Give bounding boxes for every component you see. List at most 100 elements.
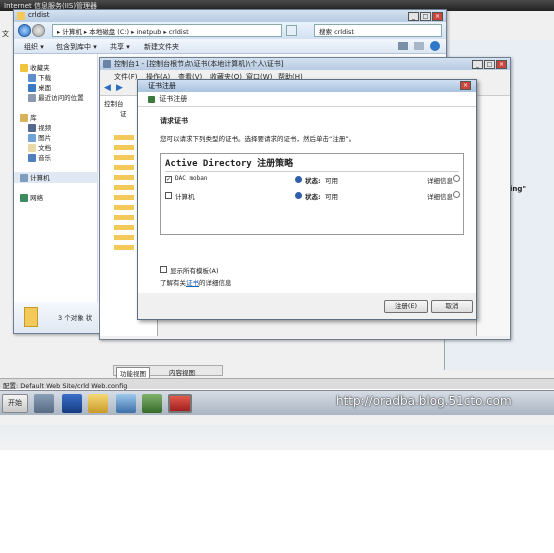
maximize-button[interactable]: □ — [484, 60, 495, 69]
details-chevron-icon[interactable] — [453, 175, 460, 182]
nav-network-label: 网络 — [30, 194, 44, 202]
maximize-button[interactable]: □ — [420, 12, 431, 21]
show-all-templates-label: 显示所有模板(A) — [170, 267, 219, 275]
folder-icon — [17, 12, 25, 20]
help-icon[interactable] — [430, 41, 440, 51]
nav-documents-label: 文档 — [38, 144, 52, 152]
explorer-toolbar: 组织 ▾ 包含到库中 ▾ 共享 ▾ 新建文件夹 — [14, 39, 446, 54]
nav-music[interactable]: 音乐 — [28, 152, 51, 163]
powershell-icon[interactable] — [62, 394, 82, 413]
start-button[interactable]: 开始 — [2, 394, 28, 413]
dialog-header-title: 证书注册 — [159, 95, 188, 103]
tree-folder-list — [114, 132, 134, 252]
nav-recent-label: 最近访问的位置 — [38, 94, 84, 102]
tree-root[interactable]: 控制台 — [104, 98, 124, 108]
show-all-templates-checkbox[interactable] — [160, 266, 167, 273]
view-icon[interactable] — [398, 42, 408, 50]
learn-more-text: 了解有关证书的详细信息 — [160, 277, 232, 287]
explorer-icon[interactable] — [88, 394, 108, 413]
explorer-title-bar: crldist _ □ × — [14, 10, 446, 22]
divider — [165, 171, 459, 172]
reflection — [0, 415, 554, 553]
tree-certificates[interactable]: 证 — [120, 108, 127, 118]
download-icon — [28, 74, 36, 82]
iis-fragment: 文 — [2, 30, 9, 38]
toolbox-icon[interactable] — [168, 394, 192, 413]
dialog-title-bar: 证书注册 × — [138, 80, 476, 92]
network-icon[interactable] — [116, 394, 136, 413]
nav-pictures-label: 图片 — [38, 134, 52, 142]
cancel-button[interactable]: 取消 — [431, 300, 473, 313]
include-library-button[interactable]: 包含到库中 ▾ — [56, 42, 97, 52]
enroll-button[interactable]: 注册(E) — [384, 300, 428, 313]
minimize-button[interactable]: _ — [472, 60, 483, 69]
nav-computer[interactable]: 计算机 — [14, 172, 98, 183]
nav-music-label: 音乐 — [38, 154, 52, 162]
minimize-button[interactable]: _ — [408, 12, 419, 21]
back-button[interactable] — [18, 24, 31, 37]
iis-config-status-bar: 配置: Default Web Site/crld Web.config — [0, 378, 554, 390]
nav-network[interactable]: 网络 — [20, 192, 43, 203]
watermark: http://oradba.blog.51cto.com — [336, 394, 512, 408]
nav-computer-label: 计算机 — [30, 174, 50, 182]
server-manager-icon[interactable] — [34, 394, 54, 413]
section-title: 请求证书 — [160, 117, 188, 125]
learn-more-prefix: 了解有关 — [160, 279, 186, 287]
nav-desktop-label: 桌面 — [38, 84, 52, 92]
learn-more-suffix: 的详细信息 — [199, 279, 232, 287]
computer-icon — [20, 174, 28, 182]
nav-favorites-label: 收藏夹 — [30, 64, 50, 72]
back-arrow-icon[interactable]: ◀ — [104, 84, 111, 93]
share-button[interactable]: 共享 ▾ — [110, 42, 130, 52]
details-link[interactable]: 详细信息 — [427, 191, 453, 201]
forward-arrow-icon[interactable]: ▶ — [116, 84, 123, 93]
preview-pane-icon[interactable] — [414, 42, 424, 50]
details-link[interactable]: 详细信息 — [427, 175, 453, 185]
mmc-actions-pane — [476, 96, 510, 336]
star-icon — [20, 64, 28, 72]
explorer-navigation-pane: 收藏夹 下载 桌面 最近访问的位置 库 视频 图片 文档 音乐 计算机 网络 — [14, 54, 98, 302]
picture-icon — [28, 134, 36, 142]
nav-recent[interactable]: 最近访问的位置 — [28, 92, 84, 103]
certificate-icon — [148, 95, 155, 103]
status-label: 状态: — [305, 177, 321, 185]
console-icon — [103, 60, 111, 68]
nav-downloads-label: 下载 — [38, 74, 52, 82]
new-folder-button[interactable]: 新建文件夹 — [144, 42, 179, 52]
template-name: DAC moban — [175, 175, 208, 182]
template-name: 计算机 — [175, 193, 195, 201]
close-button[interactable]: × — [432, 12, 443, 21]
template-row: 计算机 状态: 可用 详细信息 — [165, 191, 460, 203]
enrollment-policy-box: Active Directory 注册策略 ✓ DAC moban 状态: 可用… — [160, 153, 464, 235]
iis-manager-icon[interactable] — [142, 394, 162, 413]
organize-button[interactable]: 组织 ▾ — [24, 42, 44, 52]
dialog-title: 证书注册 — [148, 82, 176, 90]
recent-places-icon — [28, 94, 36, 102]
mmc-title: 控制台1 - [控制台根节点\证书(本地计算机)\个人\证书] — [114, 60, 284, 68]
template-row: ✓ DAC moban 状态: 可用 详细信息 — [165, 175, 460, 187]
certificate-link[interactable]: 证书 — [186, 279, 199, 287]
search-input[interactable]: 搜索 crldist — [314, 24, 442, 37]
policy-title: Active Directory 注册策略 — [165, 159, 294, 169]
nav-videos-label: 视频 — [38, 124, 52, 132]
dialog-close-button[interactable]: × — [460, 81, 471, 90]
details-chevron-icon[interactable] — [453, 191, 460, 198]
expand-arrow-icon[interactable] — [295, 192, 302, 199]
explorer-address-bar: ▸ 计算机 ▸ 本地磁盘 (C:) ▸ inetpub ▸ crldist 搜索… — [14, 22, 446, 39]
status-label: 状态: — [305, 193, 321, 201]
certificate-enrollment-dialog: 证书注册 × 证书注册 请求证书 您可以请求下列类型的证书。选择要请求的证书，然… — [137, 79, 477, 320]
refresh-icon[interactable] — [286, 25, 297, 36]
forward-button[interactable] — [32, 24, 45, 37]
explorer-details-pane: 3 个对象 状 — [14, 302, 98, 333]
template-checkbox-computer[interactable] — [165, 192, 172, 199]
view-tabs: 功能视图 内容视图 — [113, 365, 223, 379]
mmc-title-bar: 控制台1 - [控制台根节点\证书(本地计算机)\个人\证书] _ □ × — [100, 58, 510, 70]
tab-content-view[interactable]: 内容视图 — [166, 367, 198, 377]
expand-arrow-icon[interactable] — [295, 176, 302, 183]
reflection-fade — [0, 415, 554, 553]
template-checkbox-dac[interactable]: ✓ — [165, 176, 172, 183]
address-path[interactable]: ▸ 计算机 ▸ 本地磁盘 (C:) ▸ inetpub ▸ crldist — [52, 24, 282, 37]
close-button[interactable]: × — [496, 60, 507, 69]
config-path: Default Web Site/crld Web.config — [20, 382, 128, 390]
music-icon — [28, 154, 36, 162]
